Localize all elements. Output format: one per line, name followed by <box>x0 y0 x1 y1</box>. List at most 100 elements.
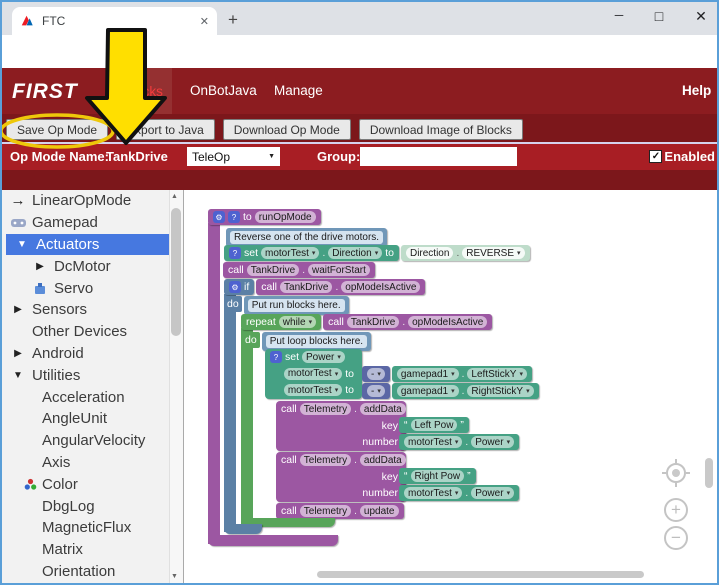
flavor-select[interactable]: TeleOp ▼ <box>187 147 280 166</box>
new-tab-button[interactable]: + <box>228 10 238 30</box>
negate-block[interactable]: - <box>362 383 390 399</box>
opmodeisactive-block[interactable]: call TankDrive . opModeIsActive <box>256 279 425 295</box>
property-dropdown[interactable]: Power <box>471 487 514 499</box>
nav-onbotjava[interactable]: OnBotJava <box>190 83 257 98</box>
repeat-block-left-bar[interactable] <box>241 328 253 525</box>
motor-dropdown[interactable]: motorTest <box>284 368 342 380</box>
math-op-dropdown[interactable]: - <box>367 368 385 380</box>
runopmode-block[interactable]: ⚙ ? to runOpMode <box>208 209 321 225</box>
telemetry-adddata-block[interactable]: call Telemetry . addData key number <box>276 452 406 502</box>
right-power-value[interactable]: - gamepad1 . RightStickY <box>362 383 539 399</box>
motor-dropdown[interactable]: motorTest <box>284 384 342 396</box>
if-block-footer[interactable] <box>224 524 262 534</box>
sidebar-item-dcmotor[interactable]: ▶ DcMotor <box>2 255 169 277</box>
help-icon[interactable]: ? <box>270 351 282 363</box>
right-pow-text-block[interactable]: “ Right Pow ” <box>399 468 476 484</box>
sidebar-item-sensors[interactable]: ▶ Sensors <box>2 299 169 321</box>
motor-power-value-block[interactable]: motorTest . Power <box>399 434 519 450</box>
opmodeisactive-block[interactable]: call TankDrive . opModeIsActive <box>323 314 492 330</box>
sidebar-item-utilities[interactable]: ▼ Utilities <box>2 364 169 386</box>
repeat-mode-dropdown[interactable]: while <box>279 316 316 328</box>
gamepad-leftsticky-block[interactable]: gamepad1 . LeftStickY <box>392 366 532 382</box>
waitforstart-block[interactable]: call TankDrive . waitForStart <box>223 262 375 278</box>
sidebar-item-angularvelocity[interactable]: AngularVelocity <box>2 430 169 452</box>
keyword-number: number <box>362 436 398 448</box>
help-icon[interactable]: ? <box>228 211 240 223</box>
runopmode-block-left-bar[interactable] <box>208 223 220 544</box>
if-block-header[interactable]: ⚙ if call TankDrive . opModeIsActive <box>224 279 425 295</box>
workspace-hscrollbar[interactable] <box>317 571 644 578</box>
nav-help[interactable]: Help <box>682 83 711 98</box>
repeat-block-header[interactable]: repeat while call TankDrive . opModeIsAc… <box>241 314 492 330</box>
motor-power-value-block[interactable]: motorTest . Power <box>399 485 519 501</box>
sidebar-item-linearopmode[interactable]: → LinearOpMode <box>2 190 169 212</box>
workspace-vscrollbar[interactable] <box>705 458 713 488</box>
sidebar-item-gamepad[interactable]: Gamepad <box>2 212 169 234</box>
tab-close-icon[interactable]: ✕ <box>200 15 209 28</box>
motor-dropdown[interactable]: motorTest <box>261 247 319 259</box>
motor-dropdown[interactable]: motorTest <box>404 436 462 448</box>
help-icon[interactable]: ? <box>229 247 241 259</box>
gamepad-rightsticky-block[interactable]: gamepad1 . RightStickY <box>392 383 539 399</box>
scroll-up-icon[interactable]: ▲ <box>171 193 178 200</box>
sidebar-item-actuators[interactable]: ▼ Actuators <box>6 234 169 256</box>
runopmode-block-footer[interactable] <box>208 535 338 546</box>
direction-enum-block[interactable]: Direction . REVERSE <box>401 245 530 261</box>
sidebar-item-acceleration[interactable]: Acceleration <box>2 386 169 408</box>
telemetry-adddata-block[interactable]: call Telemetry . addData key number <box>276 401 406 451</box>
sidebar-item-matrix[interactable]: Matrix <box>2 539 169 561</box>
sidebar-item-color[interactable]: Color <box>2 473 169 495</box>
sidebar-item-servo[interactable]: Servo <box>2 277 169 299</box>
zoom-out-button[interactable]: − <box>664 526 688 550</box>
property-dropdown[interactable]: Direction <box>328 247 382 259</box>
property-dropdown[interactable]: Power <box>302 351 345 363</box>
gamepad-dropdown[interactable]: gamepad1 <box>397 385 459 397</box>
telemetry-update-block[interactable]: call Telemetry . update <box>276 503 404 519</box>
left-power-value[interactable]: - gamepad1 . LeftStickY <box>362 366 532 382</box>
sidebar-scrollbar-thumb[interactable] <box>171 208 181 336</box>
text-field[interactable]: Left Pow <box>411 419 458 431</box>
save-op-mode-button[interactable]: Save Op Mode <box>6 119 108 140</box>
blockly-workspace[interactable]: ⚙ ? to runOpMode Reverse one of the driv… <box>183 190 719 585</box>
set-direction-block[interactable]: ? set motorTest . Direction to Direction… <box>224 245 530 261</box>
zoom-in-button[interactable]: + <box>664 498 688 522</box>
export-to-java-button[interactable]: Export to Java <box>116 119 215 140</box>
negate-block[interactable]: - <box>362 366 390 382</box>
sidebar-item-orientation[interactable]: Orientation <box>2 561 169 583</box>
nav-manage[interactable]: Manage <box>274 83 323 98</box>
sidebar-item-magneticflux[interactable]: MagneticFlux <box>2 517 169 539</box>
left-pow-text-block[interactable]: “ Left Pow ” <box>399 417 469 433</box>
sidebar-item-other-devices[interactable]: Other Devices <box>2 321 169 343</box>
gamepad-dropdown[interactable]: gamepad1 <box>397 368 459 380</box>
sidebar-item-angleunit[interactable]: AngleUnit <box>2 408 169 430</box>
set-power-block[interactable]: ? set Power motorTest to motorTest to <box>265 349 362 399</box>
center-view-button[interactable] <box>666 463 686 483</box>
comment-text[interactable]: Put loop blocks here. <box>266 335 367 348</box>
property-dropdown[interactable]: Power <box>471 436 514 448</box>
mutator-gear-icon[interactable]: ⚙ <box>213 211 225 223</box>
comment-text[interactable]: Reverse one of the drive motors. <box>230 231 383 244</box>
motor-dropdown[interactable]: motorTest <box>404 487 462 499</box>
stick-property-dropdown[interactable]: RightStickY <box>467 385 533 397</box>
sidebar-item-dbglog[interactable]: DbgLog <box>2 495 169 517</box>
proc-name-field[interactable]: runOpMode <box>255 211 316 223</box>
download-op-mode-button[interactable]: Download Op Mode <box>223 119 351 140</box>
maximize-button[interactable]: □ <box>644 8 674 24</box>
enum-value-dropdown[interactable]: REVERSE <box>462 247 524 259</box>
if-block-left-bar[interactable] <box>224 294 236 532</box>
comment-text[interactable]: Put run blocks here. <box>248 299 345 312</box>
browser-tab[interactable]: FTC ✕ <box>12 7 217 35</box>
sidebar-item-android[interactable]: ▶ Android <box>2 343 169 365</box>
download-image-button[interactable]: Download Image of Blocks <box>359 119 523 140</box>
close-window-button[interactable]: ✕ <box>686 8 716 25</box>
group-input[interactable] <box>360 147 517 166</box>
mutator-gear-icon[interactable]: ⚙ <box>229 281 241 293</box>
math-op-dropdown[interactable]: - <box>367 385 385 397</box>
enabled-checkbox[interactable]: ✓ <box>649 150 662 163</box>
if-do-row[interactable]: do Put run blocks here. <box>224 296 349 315</box>
text-field[interactable]: Right Pow <box>411 470 465 482</box>
scroll-down-icon[interactable]: ▼ <box>171 573 178 580</box>
stick-property-dropdown[interactable]: LeftStickY <box>467 368 527 380</box>
sidebar-item-axis[interactable]: Axis <box>2 452 169 474</box>
minimize-button[interactable]: ─ <box>604 8 634 22</box>
